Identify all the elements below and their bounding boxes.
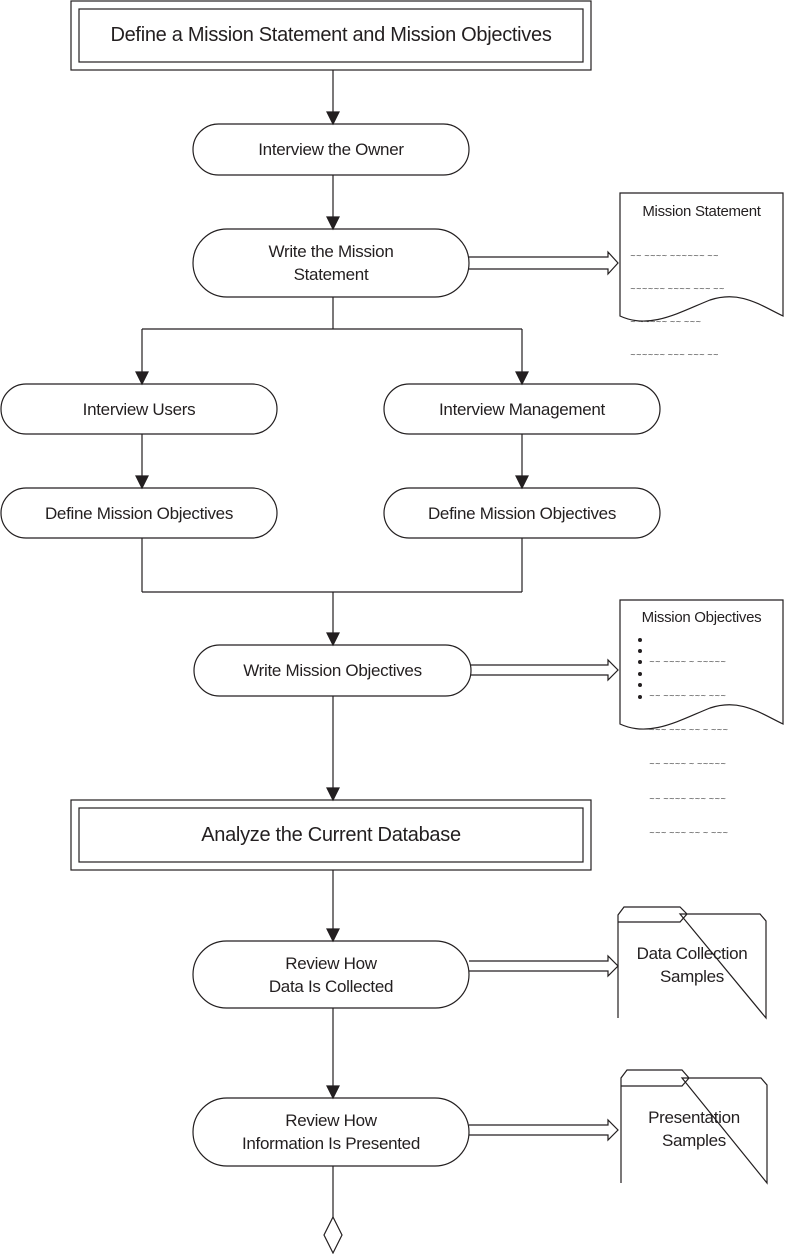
step-review-collected[interactable]: Review How Data Is Collected [193,941,469,1008]
flowchart-canvas [0,0,784,1254]
step-label-line: Data Is Collected [268,976,394,996]
step-review-presented[interactable]: Review How Information Is Presented [193,1098,469,1166]
arrowhead [515,475,529,490]
step-label-line: Review How [285,1111,377,1130]
arrowhead [326,1085,340,1100]
bullet [638,660,642,664]
arrowhead [135,371,149,386]
phase-title-analyze-database: Analyze the Current Database [201,823,461,846]
decision-diamond [323,1215,343,1254]
doc-bullet-line: ~~~ ~~~ ~~ ~ ~~~ [649,726,729,735]
output-arrow [469,954,619,978]
doc-lines-mission-objectives: ~~ ~~~~ ~ ~~~~~ ~~ ~~~~ ~~~ ~~~ ~~~ ~~~ … [649,634,728,851]
folder-label-line: Samples [661,1131,727,1150]
arrowhead [326,928,340,943]
step-interview-management[interactable]: Interview Management [384,384,660,434]
arrowhead [135,475,149,490]
step-label-line: Statement [293,265,369,284]
doc-bullet-line: ~~~ ~~~ ~~ ~ ~~~ [649,828,729,837]
arrowhead [515,371,529,386]
bullet-group [638,638,642,699]
doc-line: ~~~~~~ ~~~ ~~~ ~~ [630,351,719,359]
bullet [638,638,642,642]
doc-title-mission-statement: Mission Statement [642,203,761,220]
folder-label-line: Data Collection [636,944,748,963]
bullet [638,649,642,653]
step-label-line: Write the Mission [268,242,394,261]
doc-bullet-line: ~~ ~~~~ ~~~ ~~~ [649,692,727,701]
folder-label-line: Samples [659,967,725,986]
output-arrow [469,1118,619,1142]
arrowhead [326,632,340,647]
doc-lines-mission-statement: ~~ ~~~~ ~~~~~~ ~~ ~~~~~~ ~~~~ ~~~ ~~ ~ ~… [630,229,725,372]
arrowhead [326,111,340,126]
bullet [638,672,642,676]
doc-bullet-line: ~~ ~~~~ ~ ~~~~~ [649,657,727,666]
output-arrow [469,250,619,276]
folder-label-line: Presentation [648,1108,740,1127]
doc-line: ~~~~~~ ~~~~ ~~~ ~~ [630,285,725,293]
folder-label-data-collection: Data Collection Samples [618,930,766,1000]
step-interview-users[interactable]: Interview Users [1,384,277,434]
step-label-line: Review How [285,953,377,973]
step-interview-owner[interactable]: Interview the Owner [193,124,469,175]
doc-line: ~ ~~~~~ ~~ ~~~ [630,318,702,326]
step-write-statement[interactable]: Write the Mission Statement [193,229,469,297]
arrowhead [326,216,340,231]
doc-bullet-line: ~~ ~~~~ ~ ~~~~~ [649,760,727,769]
step-label-line: Information Is Presented [241,1134,420,1153]
doc-title-mission-objectives: Mission Objectives [641,609,762,626]
doc-bullet-line: ~~ ~~~~ ~~~ ~~~ [649,794,727,803]
step-write-objectives[interactable]: Write Mission Objectives [194,645,471,696]
step-define-objectives-right[interactable]: Define Mission Objectives [384,488,660,538]
step-define-objectives-left[interactable]: Define Mission Objectives [1,488,277,538]
bullet [638,683,642,687]
phase-title-define-mission: Define a Mission Statement and Mission O… [110,24,552,46]
output-arrow [471,658,619,682]
folder-label-presentation: Presentation Samples [621,1094,767,1164]
bullet [638,695,642,699]
arrowhead [326,787,340,802]
doc-line: ~~ ~~~~ ~~~~~~ ~~ [630,252,719,260]
